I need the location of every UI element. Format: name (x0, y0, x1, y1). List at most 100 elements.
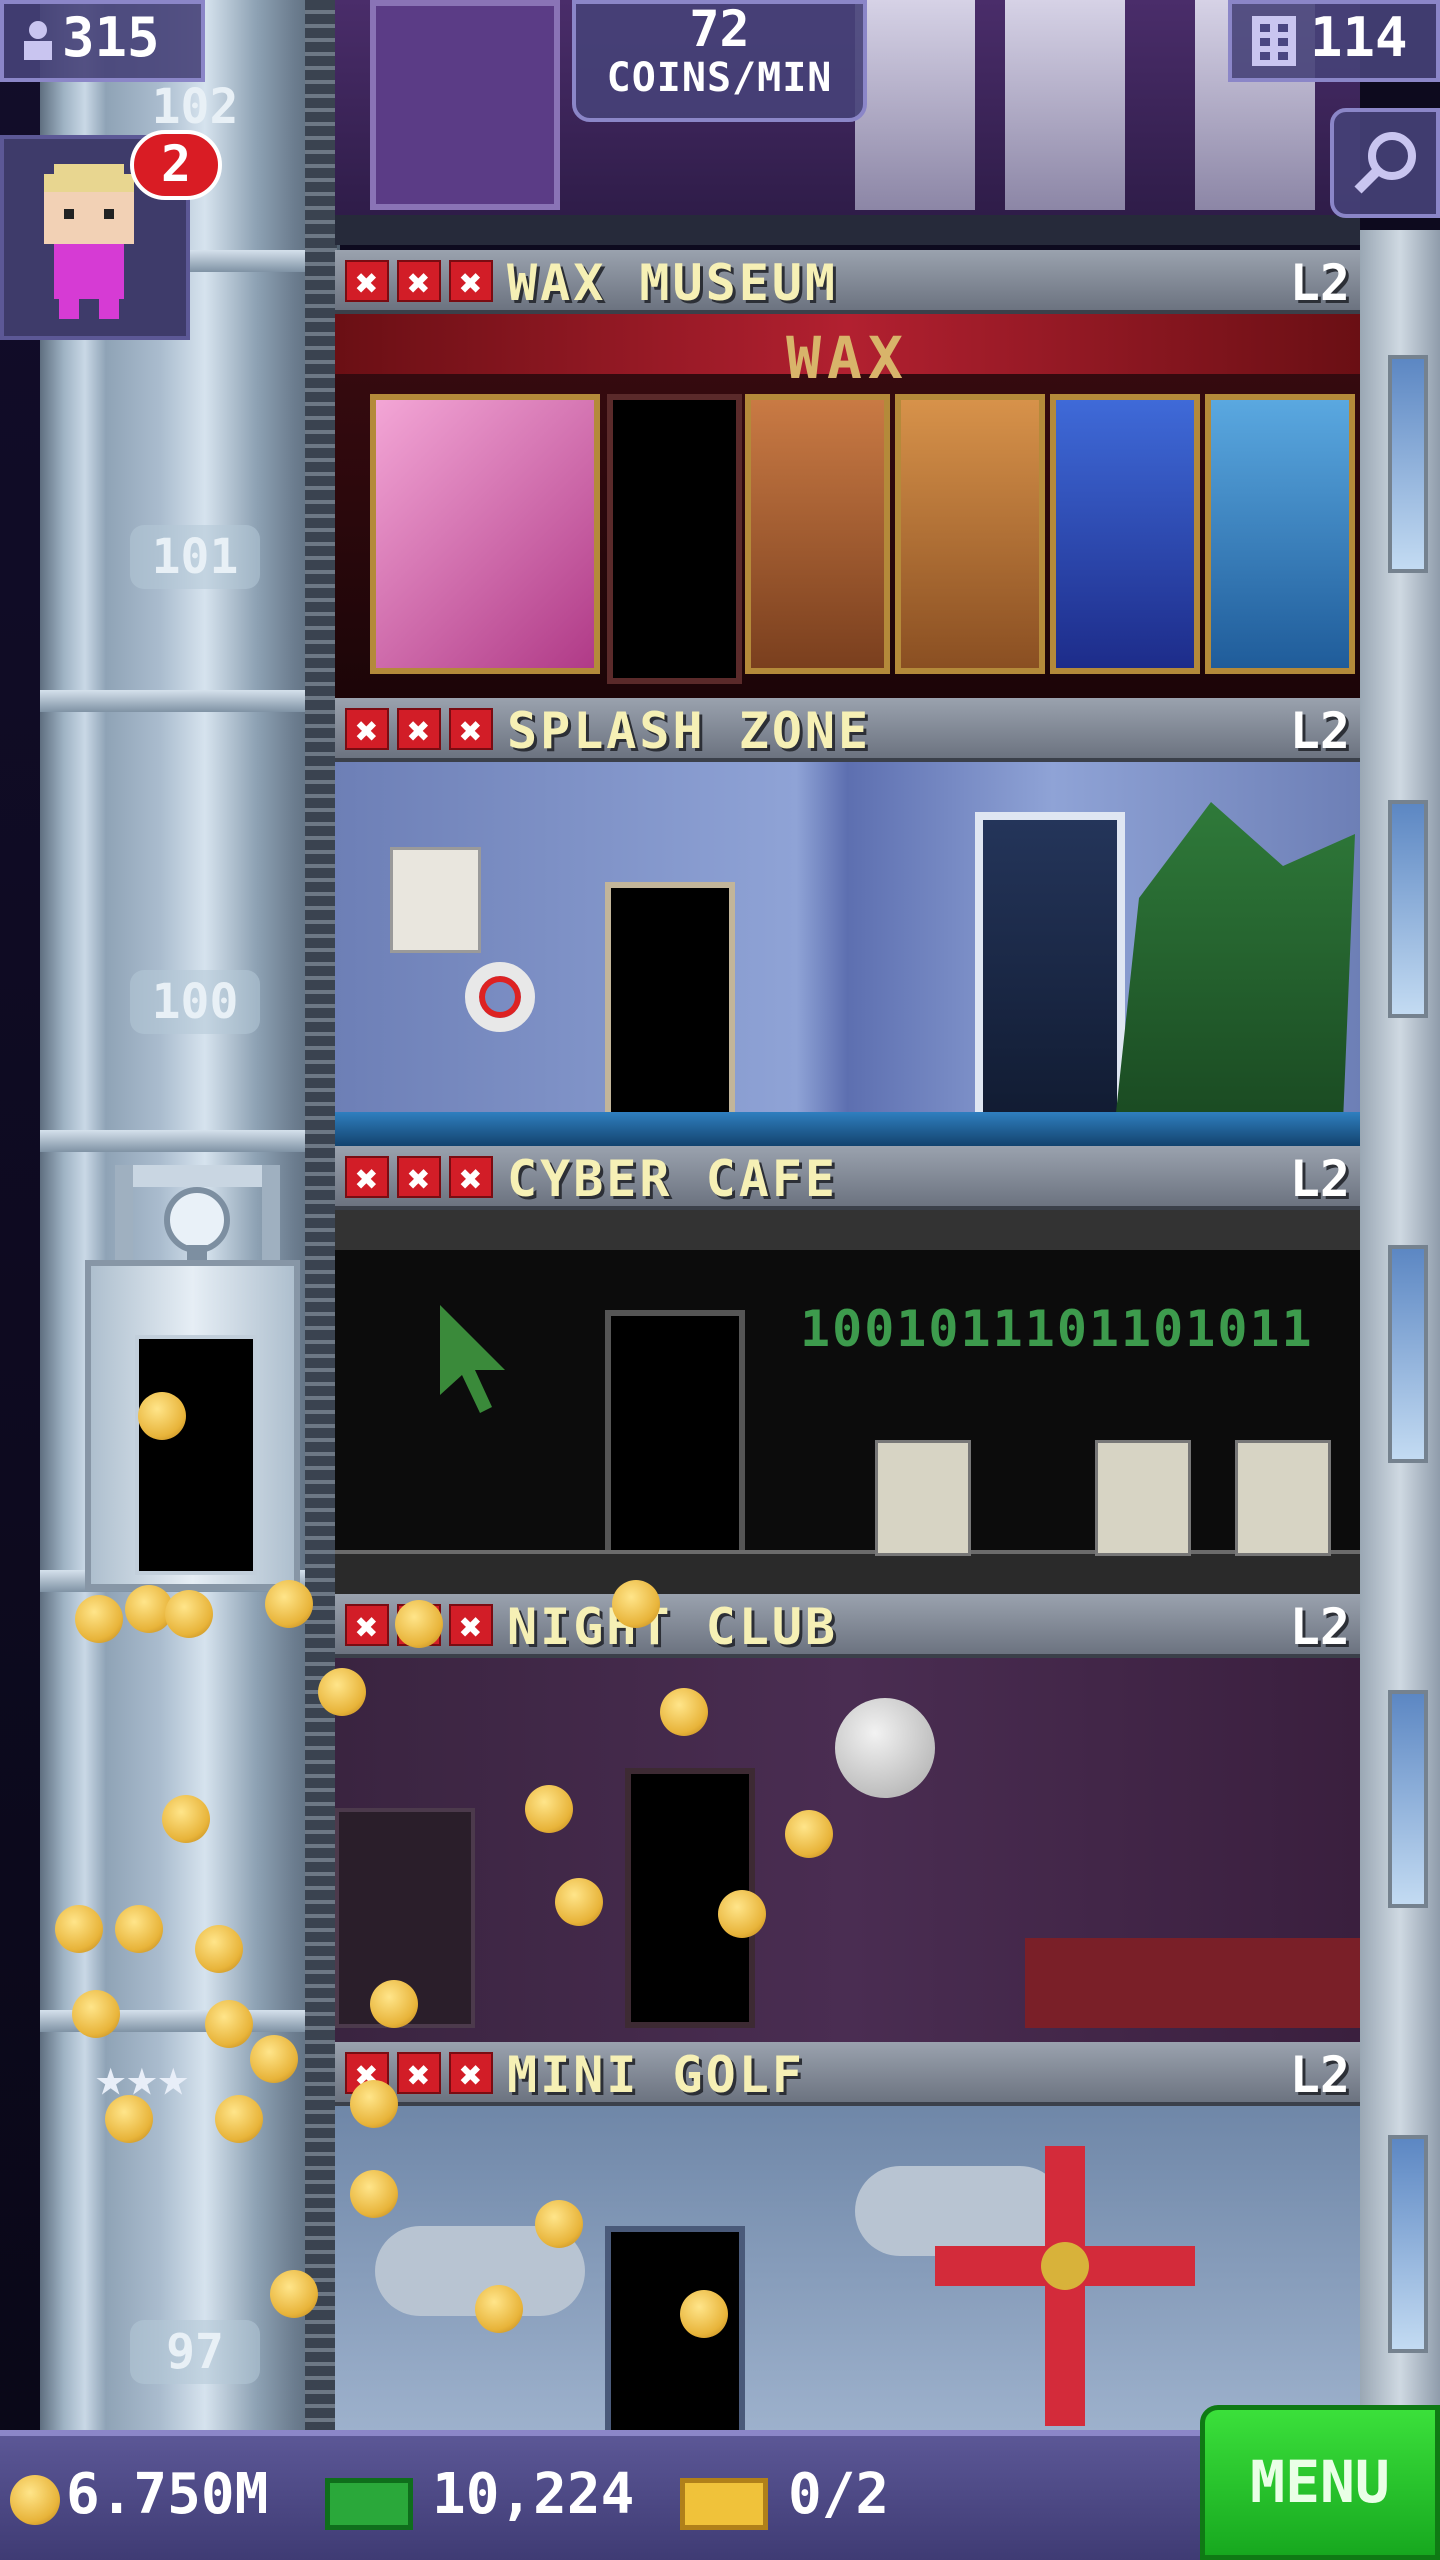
room-interior: WAX (335, 314, 1360, 698)
floor (335, 1550, 1360, 1594)
floor-number-label: 101 (130, 525, 260, 589)
room-night-club[interactable]: ✖ ✖ ✖ NIGHT CLUB L2 (335, 1594, 1360, 2042)
binary-text: 1001011101101011 (800, 1300, 1314, 1358)
search-button[interactable] (1330, 108, 1440, 218)
room-name: WAX MUSEUM (507, 254, 839, 312)
building-icon (1252, 16, 1296, 66)
x-mark-icon: ✖ (449, 2052, 493, 2096)
x-mark-icon: ✖ (449, 708, 493, 752)
roman-numeral-sign (370, 0, 560, 210)
floor-count-value: 114 (1310, 6, 1408, 69)
x-mark-icon: ✖ (397, 260, 441, 304)
visitor-avatar-icon (44, 164, 134, 319)
x-mark-icon: ✖ (449, 1156, 493, 1200)
side-window (1388, 2135, 1428, 2353)
room-banner: ✖ ✖ ✖ SPLASH ZONE L2 (335, 698, 1360, 762)
elevator-rating-stars: ★★★ (95, 2048, 189, 2108)
room-interior (335, 1658, 1360, 2042)
room-banner: ✖ ✖ ✖ MINI GOLF L2 (335, 2042, 1360, 2106)
lounge-seating (1025, 1938, 1360, 2028)
room-wax-museum[interactable]: ✖ ✖ ✖ WAX MUSEUM L2 WAX (335, 250, 1360, 698)
floor-number-label: 97 (130, 2320, 260, 2384)
rating-marks: ✖ ✖ ✖ (345, 708, 493, 752)
cursor-icon (440, 1305, 505, 1413)
x-mark-icon: ✖ (345, 1156, 389, 1200)
tower-bux-value: 10,224 (432, 2462, 635, 2527)
x-mark-icon: ✖ (345, 708, 389, 752)
shaft-band (40, 690, 340, 712)
poster (390, 847, 481, 953)
x-mark-icon: ✖ (397, 708, 441, 752)
floor (335, 215, 1360, 245)
rating-marks: ✖ ✖ ✖ (345, 1156, 493, 1200)
x-mark-icon: ✖ (449, 1604, 493, 1648)
exhibit-booth (1050, 394, 1200, 674)
palm-tree (1115, 802, 1355, 1122)
x-mark-icon: ✖ (449, 260, 493, 304)
side-window (1388, 355, 1428, 573)
room-door (607, 394, 742, 684)
shaft-band (40, 1130, 340, 1152)
disco-ball-icon (835, 1698, 935, 1798)
x-mark-icon: ✖ (345, 1604, 389, 1648)
slot-machine (1005, 0, 1125, 210)
tower-bux-icon (325, 2478, 413, 2530)
room-interior (335, 2106, 1360, 2430)
wax-sign: WAX (786, 324, 909, 392)
room-splash-zone[interactable]: ✖ ✖ ✖ SPLASH ZONE L2 (335, 698, 1360, 1146)
tickets-value: 0/2 (788, 2462, 890, 2527)
room-name: NIGHT CLUB (507, 1598, 839, 1656)
side-window (1388, 1690, 1428, 1908)
coins-per-minute-value: 72 (689, 0, 750, 58)
room-name: SPLASH ZONE (507, 702, 872, 760)
room-door (605, 882, 735, 1142)
slot-machine (855, 0, 975, 210)
room-banner: ✖ ✖ ✖ WAX MUSEUM L2 (335, 250, 1360, 314)
room-level: L2 (1289, 1150, 1350, 1208)
room-banner: ✖ ✖ ✖ NIGHT CLUB L2 (335, 1594, 1360, 1658)
magnifier-icon (1354, 132, 1416, 194)
room-level: L2 (1289, 702, 1350, 760)
room-level: L2 (1289, 2046, 1350, 2104)
room-door (605, 2226, 745, 2430)
menu-button[interactable]: MENU (1200, 2405, 1440, 2560)
coin-icon (10, 2475, 60, 2525)
room-interior (335, 762, 1360, 1146)
computer-terminal (875, 1440, 971, 1556)
windmill-icon (935, 2146, 1195, 2426)
coins-per-minute-label: COINS/MIN (606, 55, 833, 101)
room-level: L2 (1289, 254, 1350, 312)
floor-number-label: 100 (130, 970, 260, 1034)
computer-terminal (1095, 1440, 1191, 1556)
exhibit-booth (1205, 394, 1355, 674)
side-window (1388, 800, 1428, 1018)
room-banner: ✖ ✖ ✖ CYBER CAFE L2 (335, 1146, 1360, 1210)
room-cyber-cafe[interactable]: ✖ ✖ ✖ CYBER CAFE L2 1001011101101011 (335, 1146, 1360, 1594)
population-value: 315 (62, 6, 160, 69)
room-door (605, 1310, 745, 1580)
x-mark-icon: ✖ (345, 260, 389, 304)
room-level: L2 (1289, 1598, 1350, 1656)
life-ring-icon (465, 962, 535, 1032)
room-mini-golf[interactable]: ✖ ✖ ✖ MINI GOLF L2 (335, 2042, 1360, 2430)
exhibit-booth (370, 394, 600, 674)
exhibit-booth (895, 394, 1045, 674)
computer-terminal (1235, 1440, 1331, 1556)
window (975, 812, 1125, 1142)
floor-number-label: 102 (151, 79, 239, 135)
elevator-rail (305, 0, 337, 2430)
room-interior: 1001011101101011 (335, 1210, 1360, 1594)
pool-water (335, 1112, 1360, 1146)
rating-marks: ✖ ✖ ✖ (345, 260, 493, 304)
exhibit-booth (745, 394, 890, 674)
x-mark-icon: ✖ (397, 2052, 441, 2096)
elevator-door (135, 1335, 257, 1575)
person-icon (24, 21, 52, 60)
notification-badge: 2 (130, 130, 222, 200)
elevator-pulley-icon (115, 1165, 280, 1260)
coins-value: 6.750M (66, 2462, 269, 2527)
ticket-icon (680, 2478, 768, 2530)
ceiling (335, 1210, 1360, 1250)
room-name: CYBER CAFE (507, 1150, 839, 1208)
side-window (1388, 1245, 1428, 1463)
